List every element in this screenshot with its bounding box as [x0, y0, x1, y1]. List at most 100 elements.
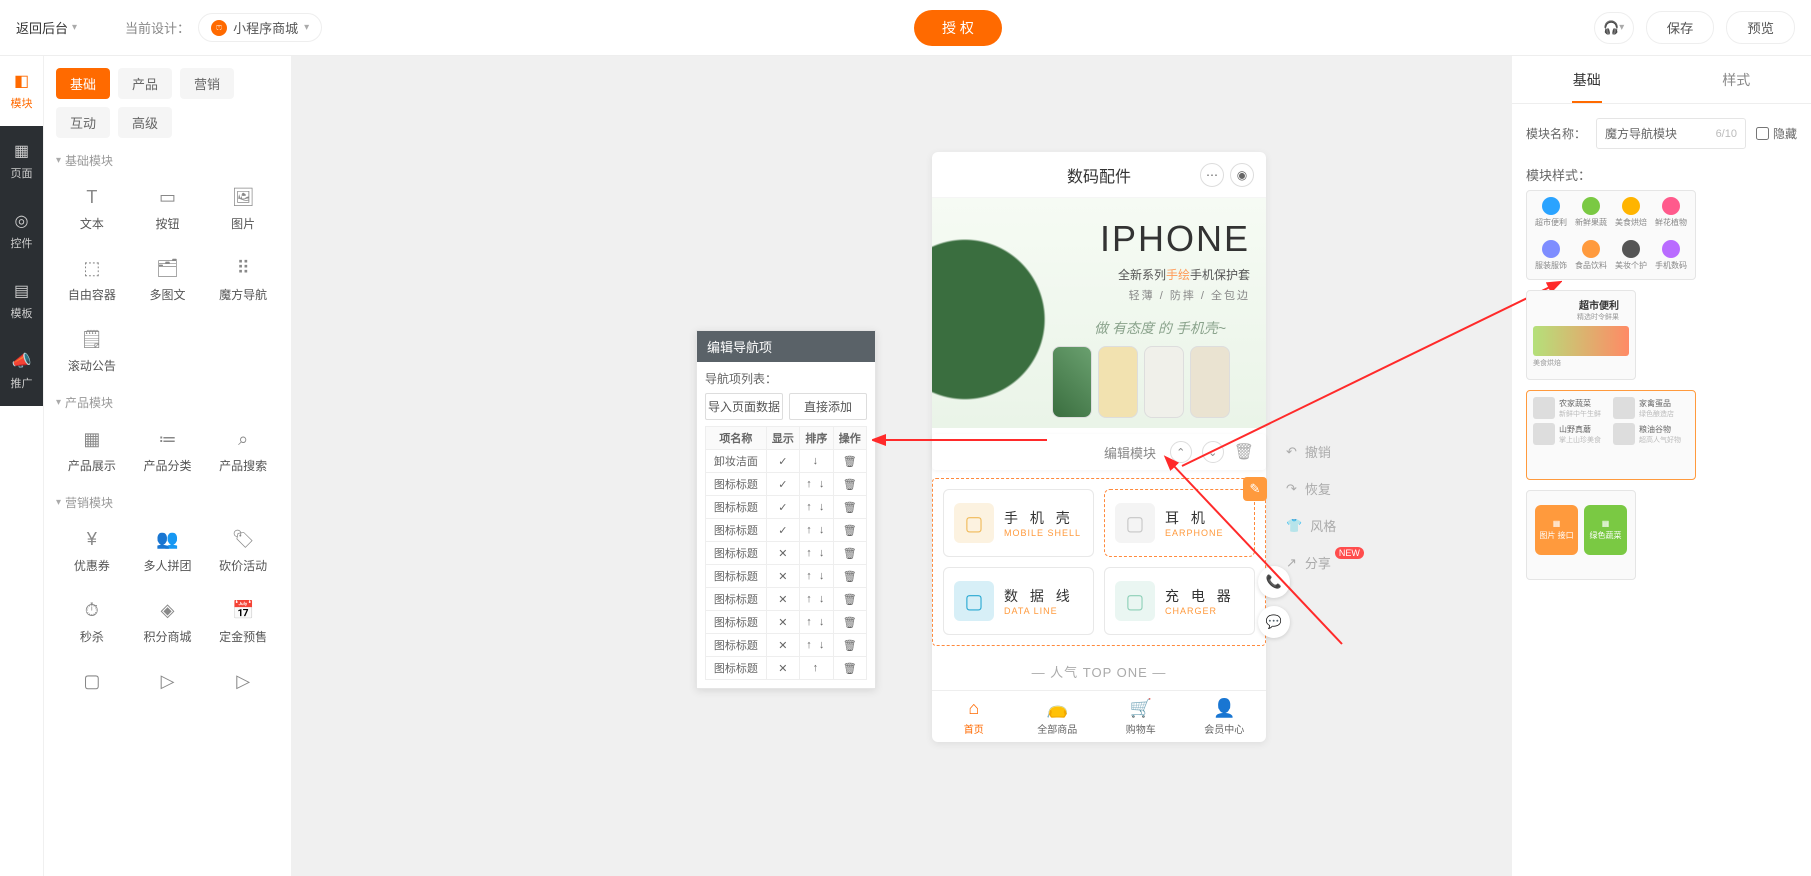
add-direct-button[interactable]: 直接添加 — [789, 393, 867, 420]
module-block[interactable]: ⏱秒杀 — [56, 592, 128, 651]
redo-button[interactable]: ↷恢复 — [1286, 479, 1368, 498]
phone-menu-icon[interactable]: ⋯ — [1200, 163, 1224, 187]
sidebar-top-tabs: 基础产品营销互动高级 — [56, 68, 279, 138]
module-block[interactable]: ▭按钮 — [132, 179, 204, 238]
tabbar-item[interactable]: 👝全部商品 — [1016, 691, 1100, 742]
nav-item-row[interactable]: 图标标题✕↑🗑 — [706, 657, 867, 680]
share-button[interactable]: ↗分享NEW — [1286, 553, 1368, 572]
tabbar-item[interactable]: 👤会员中心 — [1183, 691, 1267, 742]
back-button[interactable]: 返回后台▾ — [16, 18, 77, 37]
style-label: 模块样式： — [1526, 165, 1797, 184]
module-block[interactable]: 🏷砍价活动 — [207, 521, 279, 580]
undo-button[interactable]: ↶撤销 — [1286, 442, 1368, 461]
module-block[interactable]: 🗂多图文 — [132, 250, 204, 309]
new-badge: NEW — [1335, 547, 1364, 559]
popover-title: 编辑导航项 — [697, 331, 875, 362]
nav-card[interactable]: ▢耳 机EARPHONE — [1104, 489, 1255, 557]
module-block[interactable]: ⬚自由容器 — [56, 250, 128, 309]
rail-item-page[interactable]: ▦页面 — [0, 126, 43, 196]
edit-module-link[interactable]: 编辑模块 — [1104, 443, 1156, 462]
style-button[interactable]: 👕风格 — [1286, 516, 1368, 535]
nav-card[interactable]: ▢数 据 线DATA LINE — [943, 567, 1094, 635]
module-icon: T — [76, 185, 108, 209]
tabbar-item[interactable]: 🛒购物车 — [1099, 691, 1183, 742]
style-option-list[interactable]: 农家蔬菜新鲜中午生鲜家禽蛋品绿色酿造店山野真蘑掌上山珍美食粮油谷物超高人气好物 — [1526, 390, 1696, 480]
miniprogram-icon: ෆ — [211, 20, 227, 36]
sidebar-tab[interactable]: 营销 — [180, 68, 234, 99]
module-icon: ⠿ — [227, 256, 259, 280]
sidebar-tab[interactable]: 产品 — [118, 68, 172, 99]
nav-item-row[interactable]: 卸妆洁面✓↓🗑 — [706, 450, 867, 473]
top-one-title: — 人气 TOP ONE — — [932, 662, 1266, 681]
module-block[interactable]: ≔产品分类 — [132, 421, 204, 480]
banner-module[interactable]: IPHONE 全新系列手绘手机保护套 轻薄 / 防摔 / 全包边 做 有态度 的… — [932, 198, 1266, 428]
design-canvas: 数码配件 ⋯ ◉ IPHONE 全新系列手绘手机保护套 轻薄 / 防摔 / 全包… — [292, 56, 1511, 876]
module-icon: ▷ — [151, 669, 183, 693]
move-down-icon[interactable]: ⌄ — [1202, 441, 1224, 463]
rail-item-module[interactable]: ◧模块 — [0, 56, 43, 126]
module-icon: ¥ — [76, 527, 108, 551]
nav-item-row[interactable]: 图标标题✕↑ ↓🗑 — [706, 634, 867, 657]
module-block[interactable]: ⠿魔方导航 — [207, 250, 279, 309]
design-selector[interactable]: ෆ 小程序商城 ▾ — [198, 13, 322, 42]
module-block[interactable]: ▦产品展示 — [56, 421, 128, 480]
nav-card[interactable]: ▢手 机 壳MOBILE SHELL — [943, 489, 1094, 557]
rail-item-promote[interactable]: 📣推广 — [0, 336, 43, 406]
move-up-icon[interactable]: ⌃ — [1170, 441, 1192, 463]
nav-item-row[interactable]: 图标标题✕↑ ↓🗑 — [706, 588, 867, 611]
module-block[interactable]: 👥多人拼团 — [132, 521, 204, 580]
module-name-input[interactable]: 魔方导航模块 6/10 — [1596, 118, 1746, 149]
control-icon: ◎ — [12, 211, 32, 231]
tabbar-item[interactable]: ⌂首页 — [932, 691, 1016, 742]
banner-heading: IPHONE — [1100, 218, 1250, 260]
module-icon: ▦ — [76, 427, 108, 451]
tabbar-icon: 👤 — [1213, 698, 1235, 719]
module-block[interactable]: ▢ — [56, 663, 128, 705]
nav-items-table: 项名称 显示 排序 操作 卸妆洁面✓↓🗑图标标题✓↑ ↓🗑图标标题✓↑ ↓🗑图标… — [705, 426, 867, 680]
rail-item-control[interactable]: ◎控件 — [0, 196, 43, 266]
module-block[interactable]: ◈积分商城 — [132, 592, 204, 651]
sidebar-tab[interactable]: 基础 — [56, 68, 110, 99]
nav-item-row[interactable]: 图标标题✕↑ ↓🗑 — [706, 611, 867, 634]
import-page-data-button[interactable]: 导入页面数据 — [705, 393, 783, 420]
nav-item-row[interactable]: 图标标题✓↑ ↓🗑 — [706, 496, 867, 519]
authorize-button[interactable]: 授 权 — [914, 10, 1002, 46]
magic-nav-module[interactable]: ✎ ▢手 机 壳MOBILE SHELL▢耳 机EARPHONE▢数 据 线DA… — [932, 478, 1266, 646]
save-button[interactable]: 保存 — [1646, 11, 1715, 44]
style-option-market[interactable]: 超市便利 精选时令鲜果 美食烘焙 — [1526, 290, 1636, 380]
nav-item-row[interactable]: 图标标题✓↑ ↓🗑 — [706, 519, 867, 542]
phone-target-icon[interactable]: ◉ — [1230, 163, 1254, 187]
module-block[interactable]: 🗒滚动公告 — [56, 321, 128, 380]
nav-card[interactable]: ▢充 电 器CHARGER — [1104, 567, 1255, 635]
style-option-icons-grid[interactable]: 超市便利新鲜果蔬美食烘焙鲜花植物 服装服饰食品饮料美妆个护手机数码 — [1526, 190, 1696, 280]
phone-call-icon[interactable]: 📞 — [1258, 566, 1290, 598]
edit-pencil-icon[interactable]: ✎ — [1243, 477, 1267, 501]
tab-basic[interactable]: 基础 — [1512, 56, 1662, 103]
module-block[interactable]: ▷ — [207, 663, 279, 705]
phone-title: 数码配件 — [1067, 163, 1131, 187]
nav-item-row[interactable]: 图标标题✕↑ ↓🗑 — [706, 565, 867, 588]
trash-icon[interactable]: 🗑 — [1234, 442, 1254, 462]
module-block[interactable]: 🖼图片 — [207, 179, 279, 238]
sidebar-tab[interactable]: 互动 — [56, 107, 110, 138]
current-design: 当前设计： ෆ 小程序商城 ▾ — [125, 13, 322, 42]
module-sidebar: 基础产品营销互动高级 ▾基础模块T文本▭按钮🖼图片⬚自由容器🗂多图文⠿魔方导航🗒… — [44, 56, 292, 876]
module-icon: ⏱ — [76, 598, 108, 622]
module-block[interactable]: ⌕产品搜索 — [207, 421, 279, 480]
sidebar-tab[interactable]: 高级 — [118, 107, 172, 138]
module-icon: 🗒 — [76, 327, 108, 351]
nav-item-row[interactable]: 图标标题✓↑ ↓🗑 — [706, 473, 867, 496]
module-block[interactable]: 📅定金预售 — [207, 592, 279, 651]
nav-item-row[interactable]: 图标标题✕↑ ↓🗑 — [706, 542, 867, 565]
module-block[interactable]: ¥优惠券 — [56, 521, 128, 580]
module-block[interactable]: ▷ — [132, 663, 204, 705]
module-block[interactable]: T文本 — [56, 179, 128, 238]
rail-item-template[interactable]: ▤模板 — [0, 266, 43, 336]
tab-style[interactable]: 样式 — [1662, 56, 1811, 103]
hide-checkbox[interactable]: 隐藏 — [1756, 125, 1797, 142]
preview-button[interactable]: 预览 — [1726, 11, 1795, 44]
wechat-icon[interactable]: 💬 — [1258, 606, 1290, 638]
support-icon-button[interactable]: 🎧▾ — [1594, 12, 1634, 44]
style-option-blocks[interactable]: ▦图片 接口▦绿色蔬菜 — [1526, 490, 1636, 580]
edit-nav-popover: 编辑导航项 导航项列表： 导入页面数据 直接添加 项名称 显示 排序 操作 卸妆… — [696, 330, 876, 689]
